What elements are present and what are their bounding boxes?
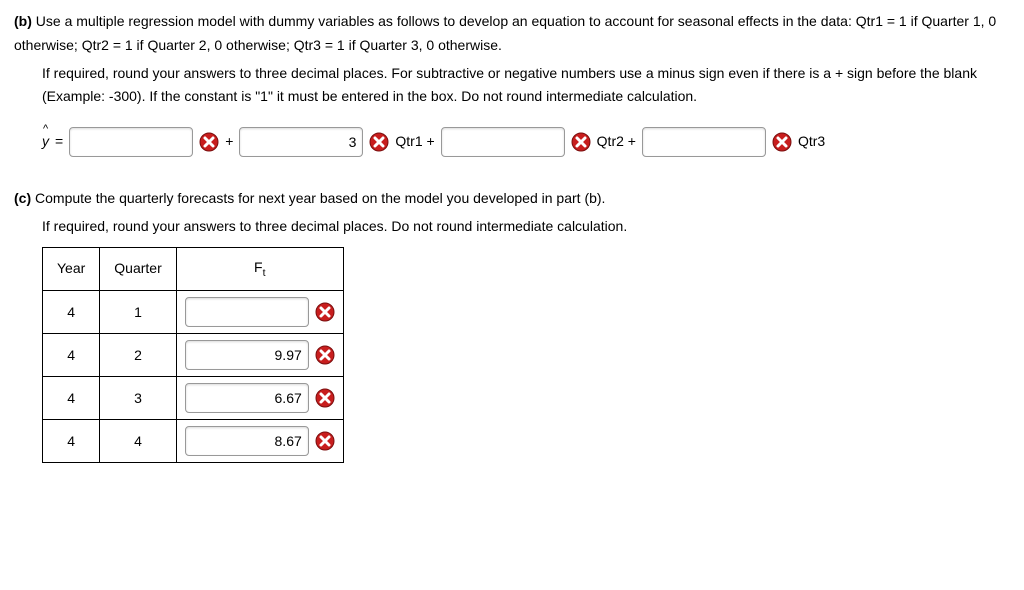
table-row: 4 2	[43, 334, 344, 377]
part-c-label: (c)	[14, 190, 31, 206]
col-year: Year	[43, 247, 100, 291]
cell-year: 4	[43, 334, 100, 377]
ft-input-1[interactable]	[185, 297, 309, 327]
incorrect-icon	[315, 302, 335, 322]
y-hat: y	[42, 130, 49, 154]
part-b-label: (b)	[14, 13, 32, 29]
qtr2-term: Qtr2 +	[597, 130, 636, 154]
cell-quarter: 4	[100, 420, 176, 463]
incorrect-icon	[315, 345, 335, 365]
b1-input[interactable]	[239, 127, 363, 157]
qtr3-term: Qtr3	[798, 130, 825, 154]
part-c-text2: If required, round your answers to three…	[42, 215, 1010, 239]
ft-input-4[interactable]	[185, 426, 309, 456]
b3-input[interactable]	[642, 127, 766, 157]
part-b-text2: If required, round your answers to three…	[42, 62, 1010, 110]
table-row: 4 1	[43, 291, 344, 334]
cell-quarter: 2	[100, 334, 176, 377]
incorrect-icon	[571, 132, 591, 152]
part-b: (b) Use a multiple regression model with…	[14, 10, 1010, 157]
b2-input[interactable]	[441, 127, 565, 157]
cell-quarter: 3	[100, 377, 176, 420]
incorrect-icon	[199, 132, 219, 152]
cell-year: 4	[43, 291, 100, 334]
table-row: 4 4	[43, 420, 344, 463]
forecast-table: Year Quarter Ft 4 1	[42, 247, 344, 464]
b0-input[interactable]	[69, 127, 193, 157]
ft-input-3[interactable]	[185, 383, 309, 413]
qtr1-term: Qtr1 +	[395, 130, 434, 154]
ft-input-2[interactable]	[185, 340, 309, 370]
incorrect-icon	[369, 132, 389, 152]
table-row: 4 3	[43, 377, 344, 420]
cell-year: 4	[43, 420, 100, 463]
cell-year: 4	[43, 377, 100, 420]
equals-sign: =	[55, 130, 63, 154]
part-c: (c) Compute the quarterly forecasts for …	[14, 187, 1010, 463]
cell-quarter: 1	[100, 291, 176, 334]
plus-1: +	[225, 130, 233, 154]
incorrect-icon	[315, 388, 335, 408]
incorrect-icon	[772, 132, 792, 152]
part-c-text1: Compute the quarterly forecasts for next…	[35, 190, 605, 206]
table-header-row: Year Quarter Ft	[43, 247, 344, 291]
regression-equation: y = + Qtr1 + Qtr2 + Qtr3	[42, 127, 1010, 157]
part-b-text1: Use a multiple regression model with dum…	[14, 13, 996, 53]
incorrect-icon	[315, 431, 335, 451]
col-ft: Ft	[176, 247, 343, 291]
col-quarter: Quarter	[100, 247, 176, 291]
